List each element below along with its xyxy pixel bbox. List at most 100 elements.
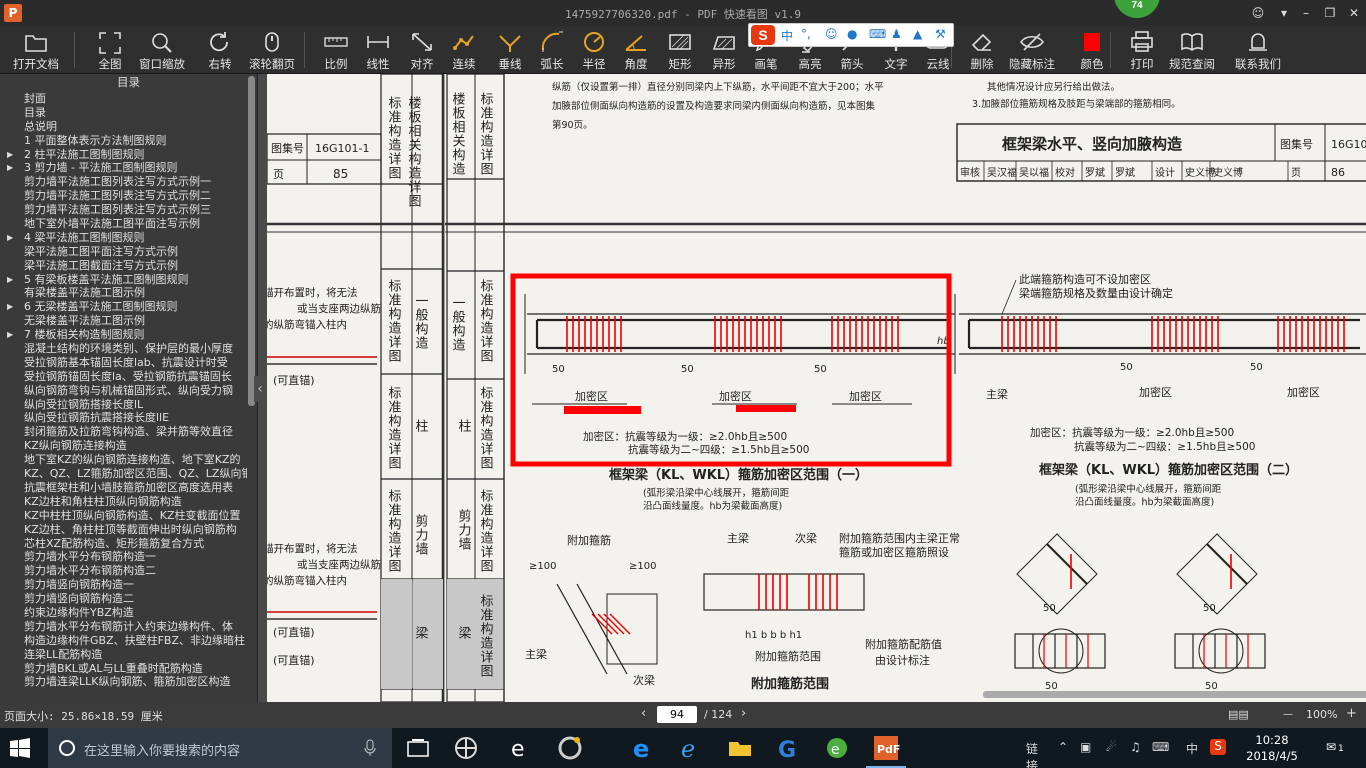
toolbar-print-button[interactable]: 打印 [1124, 28, 1160, 72]
volume-icon[interactable]: ♫ [1130, 740, 1141, 754]
task-view-icon[interactable] [404, 734, 432, 762]
toc-item[interactable]: 封闭箍筋及拉筋弯钩构造、梁并筋等效直径 [0, 425, 247, 439]
toc-item[interactable]: ▶ 4 梁平法施工图制图规则 [0, 231, 247, 245]
expand-arrow-icon[interactable]: ▶ [7, 148, 13, 162]
toc-item[interactable]: 地下室外墙平法施工图平面注写示例 [0, 217, 247, 231]
toolbar-rotate-button[interactable]: 右转 [202, 28, 238, 72]
tray-link-label[interactable]: 链接 [1026, 740, 1038, 768]
toolbar-irregular-button[interactable]: 异形 [706, 28, 742, 72]
toolbar-angle-button[interactable]: 角度 [618, 28, 654, 72]
ie-icon[interactable]: e [505, 734, 533, 762]
toc-item[interactable]: KZ中柱柱顶纵向钢筋构造、KZ柱变截面位置 [0, 509, 247, 523]
toc-item[interactable]: 剪力墙竖向钢筋构造二 [0, 592, 247, 606]
toc-item[interactable]: 有梁楼盖平法施工图示例 [0, 286, 247, 300]
ime-lang-label[interactable]: 中 [1186, 740, 1198, 757]
toc-scrollbar[interactable] [248, 76, 255, 406]
taskbar-search[interactable]: 在这里输入你要搜索的内容 [48, 728, 392, 768]
toc-item[interactable]: 剪力墙竖向钢筋构造一 [0, 578, 247, 592]
toc-item[interactable]: ▶ 5 有梁板楼盖平法施工图制图规则 [0, 273, 247, 287]
next-page-button[interactable]: › [741, 706, 746, 721]
toolbar-wheel-button[interactable]: 滚轮翻页 [246, 28, 298, 72]
toc-item[interactable]: KZ纵向钢筋连接构造 [0, 439, 247, 453]
toolbar-align-button[interactable]: 对齐 [404, 28, 440, 72]
microphone-icon[interactable]: ● [847, 27, 857, 41]
toc-item[interactable]: 封面 [0, 92, 247, 106]
toc-item[interactable]: 连梁LL配筋构造 [0, 648, 247, 662]
toolbar-arc-button[interactable]: 弧长 [534, 28, 570, 72]
toc-item[interactable]: KZ、QZ、LZ箍筋加密区范围、QZ、LZ纵向钢 [0, 467, 247, 481]
toc-item[interactable]: KZ边柱和角柱柱顶纵向钢筋构造 [0, 495, 247, 509]
maximize-button[interactable]: ❐ [1320, 5, 1340, 21]
toolbar-linear-button[interactable]: 线性 [360, 28, 396, 72]
expand-arrow-icon[interactable]: ▶ [7, 273, 13, 287]
chrome-like-icon[interactable] [556, 734, 584, 762]
sogou-tray-icon[interactable]: S [1210, 739, 1226, 755]
microphone-icon[interactable] [364, 739, 376, 757]
minimize-button[interactable]: – [1296, 5, 1316, 21]
toc-item[interactable]: 剪力墙BKL或AL与LL重叠时配筋构造 [0, 662, 247, 676]
toc-item[interactable]: 剪力墙平法施工图列表注写方式示例二 [0, 189, 247, 203]
edge-icon[interactable]: e [629, 734, 657, 762]
toc-item[interactable]: 剪力墙水平分布钢筋构造二 [0, 564, 247, 578]
keyboard-icon[interactable]: ⌨ [869, 27, 886, 41]
file-explorer-icon[interactable] [726, 734, 754, 762]
ie-blue-icon[interactable]: e [677, 734, 705, 762]
toc-item[interactable]: KZ边柱、角柱柱顶等截面伸出时纵向钢筋构 [0, 523, 247, 537]
keyboard-icon[interactable]: ⌨ [1152, 740, 1169, 754]
sogou-browser-icon[interactable]: G [774, 734, 802, 762]
user-icon[interactable]: ☺ [1248, 5, 1268, 21]
toc-item[interactable]: 1 平面整体表示方法制图规则 [0, 134, 247, 148]
toc-item[interactable]: 地下室KZ的纵向钢筋连接构造、地下室KZ的 [0, 453, 247, 467]
toc-item[interactable]: 纵向受拉钢筋搭接长度lL [0, 398, 247, 412]
punct-icon[interactable]: °, [801, 27, 811, 41]
ime-user-icon[interactable]: ♟ [891, 27, 902, 41]
toc-item[interactable]: 梁平法施工图截面注写方式示例 [0, 259, 247, 273]
toc-item[interactable]: 剪力墙水平分布钢筋计入约束边缘构件、体 [0, 620, 247, 634]
toc-item[interactable]: 芯柱XZ配筋构造、矩形箍筋复合方式 [0, 537, 247, 551]
toc-item[interactable]: ▶ 3 剪力墙 - 平法施工图制图规则 [0, 161, 247, 175]
toc-item[interactable]: 受拉钢筋锚固长度la、受拉钢筋抗震锚固长 [0, 370, 247, 384]
toc-item[interactable]: 混凝土结构的环境类别、保护层的最小厚度 [0, 342, 247, 356]
toc-item[interactable]: 约束边缘构件YBZ构造 [0, 606, 247, 620]
toc-item[interactable]: 目录 [0, 106, 247, 120]
zoom-in-button[interactable]: + [1346, 706, 1357, 721]
expand-arrow-icon[interactable]: ▶ [7, 231, 13, 245]
toc-item[interactable]: 无梁楼盖平法施工图示例 [0, 314, 247, 328]
expand-arrow-icon[interactable]: ▶ [7, 328, 13, 342]
toolbar-norms-button[interactable]: 规范查阅 [1166, 28, 1218, 72]
toolbar-contact-button[interactable]: 联系我们 [1232, 28, 1284, 72]
toolbar-continuous-button[interactable]: 连续 [446, 28, 482, 72]
windows-start-icon[interactable] [10, 738, 30, 758]
toc-item[interactable]: 剪力墙连梁LLK纵向钢筋、箍筋加密区构造 [0, 675, 247, 689]
toc-item[interactable]: ▶ 7 楼板相关构造制图规则 [0, 328, 247, 342]
toc-item[interactable]: 剪力墙平法施工图列表注写方式示例三 [0, 203, 247, 217]
sogou-logo-icon[interactable]: S [751, 25, 775, 45]
prev-page-button[interactable]: ‹ [641, 706, 646, 721]
zoom-out-button[interactable]: — [1283, 709, 1293, 720]
toc-item[interactable]: 抗震框架柱和小墙肢箍筋加密区高度选用表 [0, 481, 247, 495]
toolbar-fit-button[interactable]: 全图 [92, 28, 128, 72]
expand-arrow-icon[interactable]: ▶ [7, 300, 13, 314]
toolbar-hide-button[interactable]: 隐藏标注 [1006, 28, 1058, 72]
360-browser-icon[interactable]: e [823, 734, 851, 762]
toolbar-radius-button[interactable]: 半径 [576, 28, 612, 72]
toc-item[interactable]: 剪力墙水平分布钢筋构造一 [0, 550, 247, 564]
toolbar-scale-button[interactable]: 比例 [318, 28, 354, 72]
horizontal-scrollbar[interactable] [983, 691, 1366, 698]
wifi-icon[interactable]: ☄ [1106, 740, 1117, 754]
close-button[interactable]: ✕ [1344, 5, 1364, 21]
expand-arrow-icon[interactable]: ▶ [7, 161, 13, 175]
toolbar-zoomwin-button[interactable]: 窗口缩放 [136, 28, 188, 72]
toc-item[interactable]: 纵向受拉钢筋抗震搭接长度llE [0, 411, 247, 425]
toolbar-open-button[interactable]: 打开文档 [10, 28, 62, 72]
pdf-viewer-taskbar-icon[interactable]: PdF [872, 734, 900, 762]
toolbar-color-button[interactable]: 颜色 [1074, 28, 1110, 72]
clock[interactable]: 10:28 2018/4/5 [1240, 732, 1304, 764]
toc-item[interactable]: 受拉钢筋基本锚固长度lab、抗震设计时受 [0, 356, 247, 370]
collapse-sidebar-button[interactable]: ‹ [254, 376, 266, 402]
page-number-input[interactable]: 94 [657, 706, 697, 723]
notification-icon[interactable]: ✉ [1326, 740, 1336, 754]
fan-app-icon[interactable] [452, 734, 480, 762]
document-viewer[interactable]: 楼板相关构造详图 标准构造详图 一般构造 标准构造详图柱标准构造详图 剪力墙 标准构造详图… [267, 74, 1366, 702]
toc-item[interactable]: 构造边缘构件GBZ、扶壁柱FBZ、非边缘暗柱 [0, 634, 247, 648]
